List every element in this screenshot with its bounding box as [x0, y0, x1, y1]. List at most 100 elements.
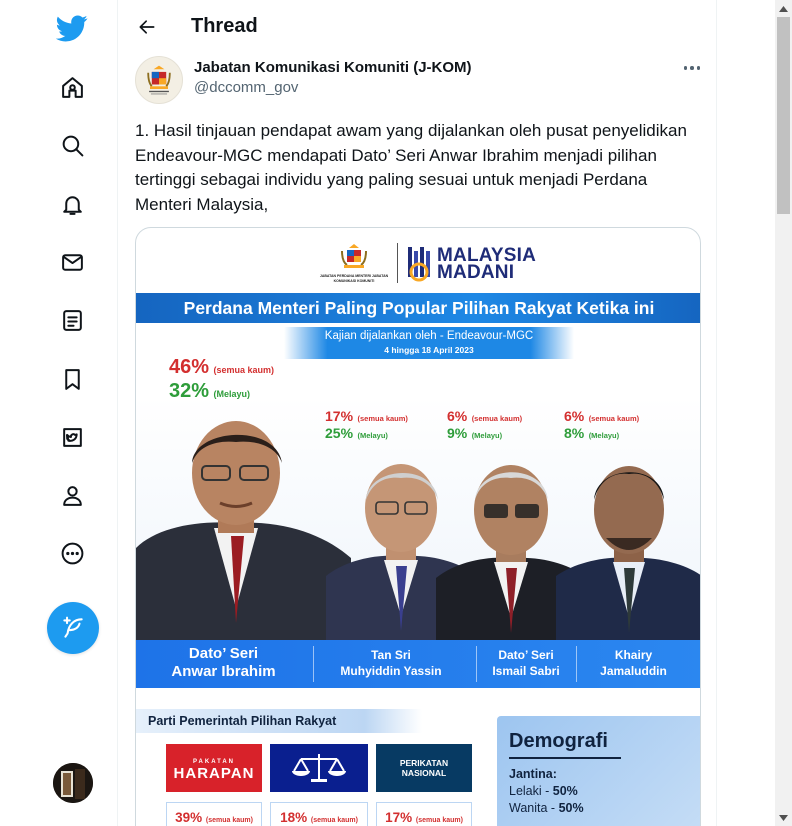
candidate-3-name-line-2: Ismail Sabri: [492, 664, 560, 678]
survey-dates: 4 hingga 18 April 2023: [384, 345, 474, 355]
author-name[interactable]: Jabatan Komunikasi Komuniti (J-KOM): [194, 59, 472, 76]
candidate-2-name-line-2: Muhyiddin Yassin: [340, 664, 442, 678]
bell-icon[interactable]: [49, 181, 95, 227]
name-separator: [313, 646, 314, 682]
profile-icon[interactable]: [49, 472, 95, 518]
pakatan-harapan-logo: PAKATAN HARAPAN: [166, 744, 262, 792]
candidate-3-name: Dato’ Seri Ismail Sabri: [481, 647, 571, 679]
candidate-1-all-stat: 46% (semua kaum): [169, 356, 274, 379]
candidate-4-malay-label: (Melayu): [588, 431, 620, 440]
more-dot-icon: [690, 66, 694, 70]
candidate-4-all-pct: 6%: [564, 408, 585, 424]
bookmark-icon[interactable]: [49, 356, 95, 402]
candidate-4-name-line-2: Jamaluddin: [600, 664, 667, 678]
party-2-pct-label: (semua kaum): [310, 817, 358, 824]
male-value: 50%: [552, 784, 578, 798]
crest-caption: JABATAN PERDANA MENTERI JABATAN KOMUNIKA…: [319, 274, 389, 283]
home-icon[interactable]: [49, 64, 95, 110]
party-2-pct-value: 18%: [280, 810, 308, 825]
name-separator: [476, 646, 477, 682]
candidate-3-all-stat: 6% (semua kaum): [447, 408, 522, 426]
infographic-title: Perdana Menteri Paling Popular Pilihan R…: [136, 293, 700, 323]
gender-label: Jantina:: [509, 767, 557, 781]
candidate-3-all-pct: 6%: [447, 408, 468, 424]
tweet-media-image[interactable]: JABATAN PERDANA MENTERI JABATAN KOMUNIKA…: [135, 227, 701, 826]
candidate-4-photo: [556, 458, 700, 640]
party-section-title: Parti Pemerintah Pilihan Rakyat: [136, 709, 422, 733]
scrollbar-thumb[interactable]: [777, 17, 790, 214]
compose-feather-icon: [63, 616, 83, 638]
female-line: Wanita - 50%: [509, 801, 584, 815]
twitter-logo-icon[interactable]: [49, 5, 95, 51]
scales-icon: [292, 754, 346, 782]
author-handle[interactable]: @dccomm_gov: [194, 79, 298, 96]
party-3-pct-value: 17%: [385, 810, 413, 825]
malaysia-madani-wordmark: MALAYSIA MADANI: [437, 246, 536, 283]
candidate-1-malay-label: (Melayu): [213, 389, 250, 399]
gender-label-text: Jantina:: [509, 767, 557, 781]
left-navigation: [0, 0, 118, 826]
candidate-2-name-line-1: Tan Sri: [371, 648, 411, 662]
pn-logo-line-1: PERIKATAN: [399, 758, 449, 768]
thread-column: Thread Jabatan Komunikasi Komuniti (J-KO…: [117, 0, 717, 826]
coat-of-arms-icon: [147, 65, 171, 95]
candidate-3-malay-stat: 9% (Melayu): [447, 425, 502, 443]
candidate-4-malay-pct: 8%: [564, 425, 585, 441]
female-value: 50%: [558, 801, 584, 815]
more-circle-icon[interactable]: [49, 530, 95, 576]
arrow-left-icon: [139, 20, 155, 34]
search-icon[interactable]: [49, 122, 95, 168]
more-dot-icon: [696, 66, 701, 70]
candidate-4-all-stat: 6% (semua kaum): [564, 408, 639, 426]
party-3-pct-label: (semua kaum): [415, 817, 463, 824]
madani-line-2: MADANI: [437, 262, 515, 283]
author-avatar[interactable]: [135, 56, 183, 104]
mail-icon[interactable]: [49, 239, 95, 285]
lists-icon[interactable]: [49, 297, 95, 343]
survey-source: Kajian dijalankan oleh - Endeavour-MGC: [324, 330, 534, 342]
candidate-1-name-line-1: Dato’ Seri: [188, 645, 259, 662]
page-title: Thread: [191, 15, 258, 37]
candidate-2-all-label: (semua kaum): [357, 414, 408, 423]
ph-logo-line-2: HARAPAN: [173, 765, 255, 782]
candidate-4-name: Khairy Jamaluddin: [586, 647, 681, 679]
name-separator: [576, 646, 577, 682]
tweet-text: 1. Hasil tinjauan pendapat awam yang dij…: [135, 121, 687, 214]
malaysia-madani-logo-icon: [408, 247, 430, 282]
candidate-3-name-line-1: Dato’ Seri: [498, 648, 554, 662]
candidate-1-name: Dato’ Seri Anwar Ibrahim: [156, 645, 291, 681]
back-button[interactable]: [130, 10, 164, 44]
candidate-1-malay-stat: 32% (Melayu): [169, 380, 250, 403]
scroll-up-arrow-icon[interactable]: [775, 0, 792, 17]
candidate-1-malay-pct: 32%: [169, 380, 210, 402]
female-label: Wanita: [509, 801, 548, 815]
more-dot-icon: [683, 66, 688, 70]
compose-tweet-button[interactable]: [47, 602, 99, 654]
candidate-2-name: Tan Sri Muhyiddin Yassin: [326, 647, 456, 679]
page-scrollbar[interactable]: [775, 0, 792, 826]
candidate-3-malay-label: (Melayu): [471, 431, 503, 440]
candidate-1-all-label: (semua kaum): [213, 365, 275, 375]
candidate-1-photo: [136, 408, 351, 640]
more-options-button[interactable]: [677, 56, 707, 80]
twitter-blue-icon[interactable]: [49, 414, 95, 460]
party-2-pct: 18% (semua kaum): [270, 802, 368, 826]
party-1-pct-label: (semua kaum): [205, 817, 253, 824]
candidate-4-malay-stat: 8% (Melayu): [564, 425, 619, 443]
survey-source-banner: Kajian dijalankan oleh - Endeavour-MGC 4…: [284, 327, 574, 359]
account-avatar[interactable]: [53, 763, 93, 803]
party-1-pct-value: 39%: [175, 810, 203, 825]
candidate-4-name-line-1: Khairy: [614, 648, 653, 662]
logo-divider: [397, 243, 398, 283]
infographic: JABATAN PERDANA MENTERI JABATAN KOMUNIKA…: [136, 228, 700, 826]
candidate-4-all-label: (semua kaum): [588, 414, 640, 423]
scroll-down-arrow-icon[interactable]: [775, 809, 792, 826]
male-line: Lelaki - 50%: [509, 784, 578, 798]
candidate-3-all-label: (semua kaum): [471, 414, 523, 423]
demographics-title: Demografi: [509, 730, 621, 759]
pn-logo-line-2: NASIONAL: [401, 768, 447, 778]
perikatan-nasional-logo: PERIKATAN NASIONAL: [376, 744, 472, 792]
thread-header: Thread: [118, 0, 716, 54]
candidate-1-all-pct: 46%: [169, 356, 210, 378]
barisan-nasional-logo: [270, 744, 368, 792]
